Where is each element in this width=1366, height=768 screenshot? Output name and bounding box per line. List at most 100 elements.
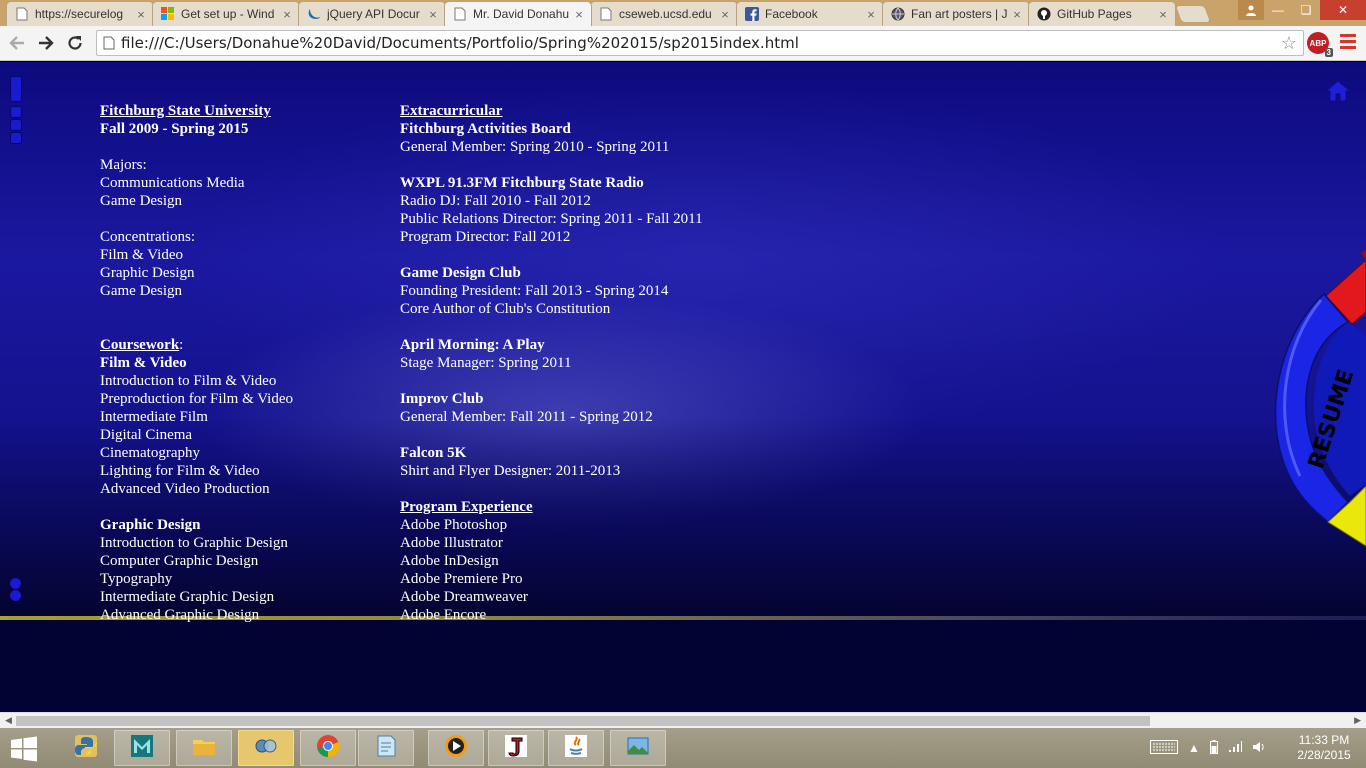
new-tab-button[interactable] — [1174, 5, 1212, 23]
subheading: Graphic Design — [100, 516, 400, 534]
text-line: General Member: Fall 2011 - Spring 2012 — [400, 408, 820, 426]
line-text: Adobe Illustrator — [400, 535, 503, 551]
line-text: Game Design Club — [400, 265, 521, 281]
horizontal-scrollbar[interactable]: ◀ ▶ — [0, 712, 1366, 728]
resume-wheel-menu[interactable]: RESUME — [1266, 248, 1366, 558]
taskbar-app-java-icon[interactable] — [548, 730, 604, 766]
taskbar-app-media-player-icon[interactable] — [428, 730, 484, 766]
line-text: Founding President: Fall 2013 - Spring 2… — [400, 283, 669, 299]
browser-tab[interactable]: Facebook × — [736, 1, 884, 26]
back-arrow-icon — [9, 36, 24, 50]
address-bar[interactable]: file:///C:/Users/Donahue%20David/Documen… — [96, 30, 1304, 56]
taskbar-app-file-explorer-icon[interactable] — [176, 730, 232, 766]
text-line: Stage Manager: Spring 2011 — [400, 354, 820, 372]
minimize-button[interactable]: — — [1264, 0, 1292, 20]
keyboard-icon[interactable] — [1150, 739, 1178, 757]
close-tab-icon[interactable]: × — [573, 7, 585, 22]
line-text: Majors: — [100, 157, 147, 173]
forward-button[interactable] — [34, 31, 58, 55]
close-tab-icon[interactable]: × — [427, 7, 439, 22]
jquery-icon — [307, 7, 321, 21]
close-tab-icon[interactable]: × — [719, 7, 731, 22]
line-text: Game Design — [100, 193, 183, 209]
scroll-right-arrow[interactable]: ▶ — [1354, 715, 1361, 726]
line-text: Advanced Graphic Design — [100, 607, 260, 623]
line-text: Fitchburg State University — [100, 103, 271, 119]
maximize-button[interactable]: ❏ — [1292, 0, 1320, 20]
browser-tab[interactable]: cseweb.ucsd.edu × — [590, 1, 738, 26]
close-tab-icon[interactable]: × — [1011, 7, 1023, 22]
scroll-left-arrow[interactable]: ◀ — [5, 715, 12, 726]
line-text: Radio DJ: Fall 2010 - Fall 2012 — [400, 193, 591, 209]
taskbar-app-python-icon[interactable] — [58, 730, 114, 766]
show-hidden-icons-icon[interactable]: ▲ — [1188, 741, 1200, 755]
browser-tab[interactable]: Get set up - Wind × — [152, 1, 300, 26]
battery-icon[interactable] — [1209, 739, 1218, 757]
close-tab-icon[interactable]: × — [1157, 7, 1169, 22]
side-nav-button[interactable] — [10, 76, 22, 102]
taskbar-app-j-app-icon[interactable] — [488, 730, 544, 766]
line-suffix: : — [179, 337, 184, 353]
text-line: Founding President: Fall 2013 - Spring 2… — [400, 282, 820, 300]
text-line: Game Design — [100, 192, 400, 210]
section-heading: Extracurricular — [400, 102, 820, 120]
side-nav-button[interactable] — [10, 106, 22, 118]
text-line: Cinematography — [100, 444, 400, 462]
browser-tab[interactable]: Fan art posters | J × — [882, 1, 1030, 26]
subheading: April Morning: A Play — [400, 336, 820, 354]
start-button-windows-icon[interactable] — [10, 736, 38, 762]
taskbar-app-network-app-icon[interactable] — [238, 730, 294, 766]
line-text: Typography — [100, 571, 173, 587]
bookmark-star-icon[interactable]: ☆ — [1275, 33, 1303, 54]
text-line: Adobe Encore — [400, 606, 820, 624]
subheading: Falcon 5K — [400, 444, 820, 462]
browser-tab[interactable]: jQuery API Docur × — [298, 1, 446, 26]
subheading: Improv Club — [400, 390, 820, 408]
text-line: Graphic Design — [100, 264, 400, 282]
signal-icon[interactable] — [1228, 740, 1242, 756]
line-text: WXPL 91.3FM Fitchburg State Radio — [400, 175, 644, 191]
close-tab-icon[interactable]: × — [865, 7, 877, 22]
taskbar-app-maya-icon[interactable] — [114, 730, 170, 766]
text-line: Preproduction for Film & Video — [100, 390, 400, 408]
line-text: Communications Media — [100, 175, 245, 191]
github-icon — [1037, 7, 1051, 21]
line-text: Falcon 5K — [400, 445, 467, 461]
taskbar-app-notepad-icon[interactable] — [358, 730, 414, 766]
text-line: Public Relations Director: Spring 2011 -… — [400, 210, 820, 228]
side-nav-button[interactable] — [10, 119, 22, 131]
browser-tab[interactable]: https://securelog × — [6, 1, 154, 26]
line-text: April Morning: A Play — [400, 337, 545, 353]
tab-title: GitHub Pages — [1057, 7, 1132, 21]
text-line: Intermediate Graphic Design — [100, 588, 400, 606]
user-profile-button[interactable] — [1238, 0, 1264, 20]
text-line: Game Design — [100, 282, 400, 300]
volume-icon[interactable] — [1252, 740, 1266, 757]
reload-button[interactable] — [63, 31, 87, 55]
line-text: Concentrations: — [100, 229, 195, 245]
home-icon[interactable] — [1325, 80, 1351, 102]
side-nav-dot[interactable] — [10, 578, 21, 589]
browser-tab[interactable]: Mr. David Donahu × — [444, 1, 592, 26]
line-text: Cinematography — [100, 445, 200, 461]
adblock-plus-button[interactable]: ABP 3 — [1307, 32, 1333, 57]
line-text: Fall 2009 - Spring 2015 — [100, 121, 249, 137]
url-text[interactable]: file:///C:/Users/Donahue%20David/Documen… — [121, 34, 1275, 52]
back-button[interactable] — [5, 31, 29, 55]
doc-icon — [15, 7, 29, 21]
taskbar-app-photos-icon[interactable] — [610, 730, 666, 766]
side-nav-button[interactable] — [10, 132, 22, 144]
taskbar-app-chrome-icon[interactable] — [300, 730, 356, 766]
system-clock[interactable]: 11:33 PM 2/28/2015 — [1290, 733, 1358, 763]
scrollbar-thumb[interactable] — [16, 716, 1150, 726]
chrome-menu-button[interactable] — [1340, 34, 1356, 52]
browser-tab[interactable]: GitHub Pages × — [1028, 1, 1176, 26]
text-line: Digital Cinema — [100, 426, 400, 444]
close-tab-icon[interactable]: × — [135, 7, 147, 22]
facebook-icon — [745, 7, 759, 21]
close-window-button[interactable]: ✕ — [1320, 0, 1366, 20]
close-tab-icon[interactable]: × — [281, 7, 293, 22]
side-nav-dot[interactable] — [10, 590, 21, 601]
